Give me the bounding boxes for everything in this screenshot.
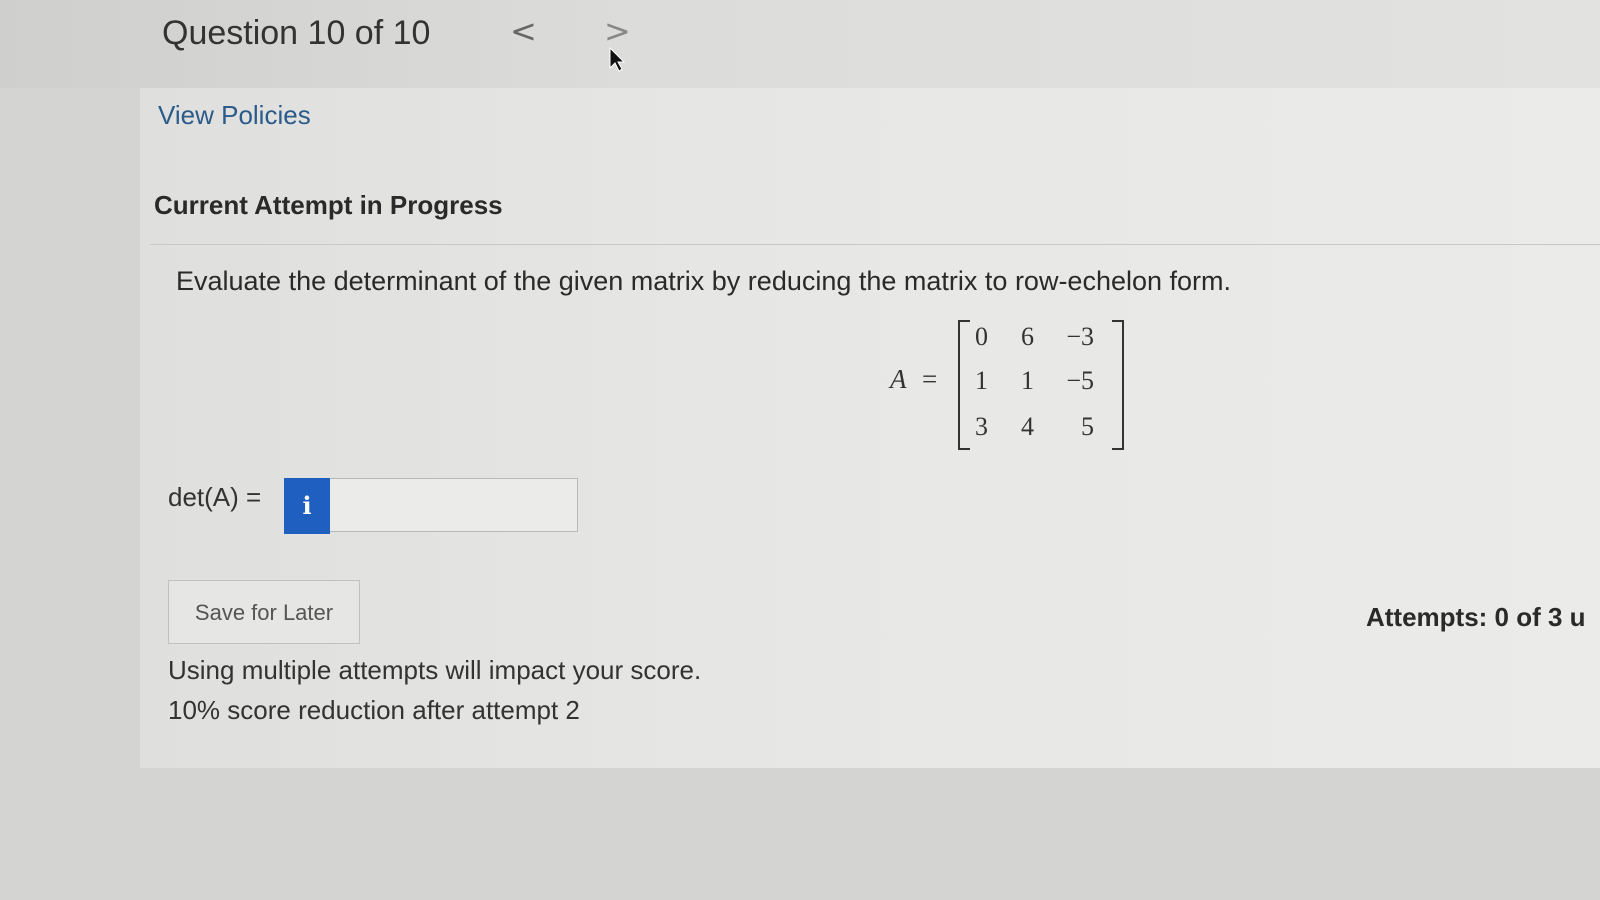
attempts-count: Attempts: 0 of 3 u (1366, 602, 1586, 632)
save-for-later-button[interactable]: Save for Later (168, 580, 360, 644)
matrix-name: A (890, 364, 907, 394)
matrix-cell: 4 (1021, 412, 1034, 441)
matrix-right-bracket (1112, 320, 1124, 450)
divider (150, 244, 1600, 245)
question-prompt: Evaluate the determinant of the given ma… (176, 266, 1232, 296)
attempts-notice: Using multiple attempts will impact your… (168, 655, 702, 685)
mouse-cursor-icon (609, 46, 626, 72)
det-label: det(A) = (168, 482, 262, 512)
question-counter: Question 10 of 10 (162, 14, 431, 52)
matrix-cell: 1 (1021, 366, 1034, 395)
matrix: A = 0 6 −3 1 1 −5 3 4 5 (890, 320, 1140, 452)
matrix-cell: 3 (975, 412, 988, 441)
info-icon[interactable]: i (284, 478, 330, 534)
det-answer-input[interactable] (330, 478, 578, 532)
matrix-cell: 5 (1081, 412, 1094, 441)
chevron-left-icon[interactable]: < (510, 12, 537, 50)
chevron-right-icon[interactable]: > (604, 12, 631, 50)
matrix-cell: −5 (1066, 366, 1094, 395)
matrix-cell: −3 (1066, 322, 1094, 351)
score-reduction-notice: 10% score reduction after attempt 2 (168, 695, 580, 725)
matrix-cell: 0 (975, 322, 988, 351)
attempt-heading: Current Attempt in Progress (154, 190, 503, 220)
matrix-cell: 1 (975, 366, 988, 395)
matrix-equals: = (922, 364, 938, 394)
matrix-cell: 6 (1021, 322, 1034, 351)
view-policies-link[interactable]: View Policies (158, 100, 311, 131)
